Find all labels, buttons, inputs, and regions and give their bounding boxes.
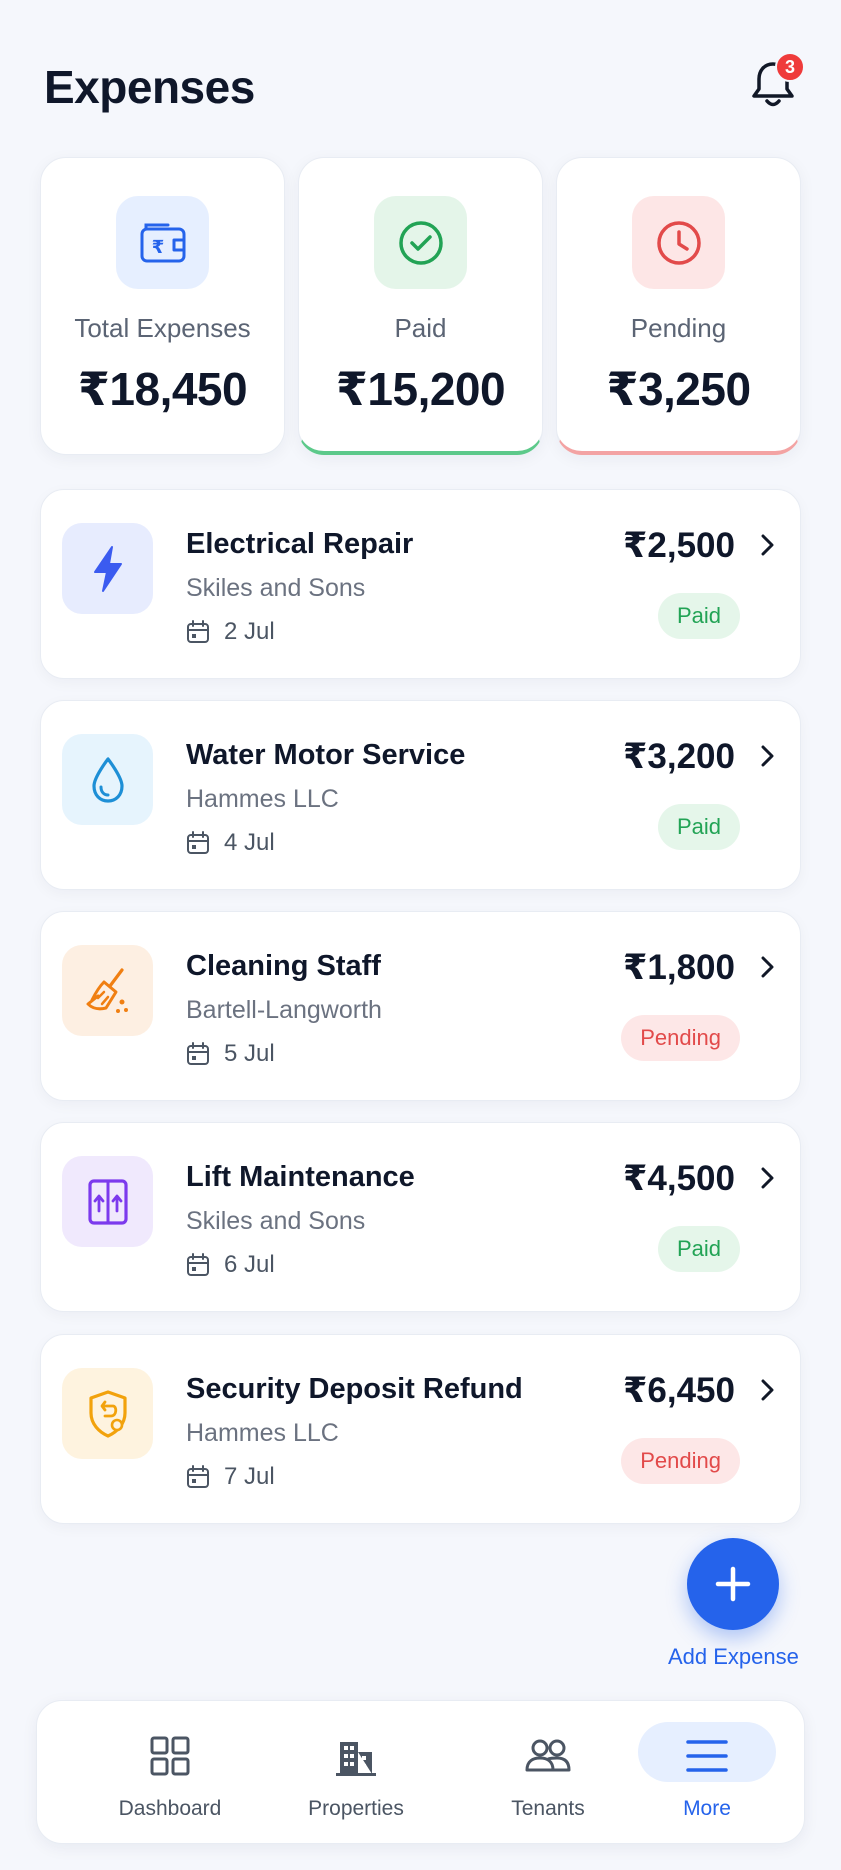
calendar-icon — [187, 1253, 209, 1276]
plus-icon — [715, 1566, 751, 1602]
expense-item[interactable]: Security Deposit Refund Hammes LLC 7 Jul… — [40, 1334, 801, 1524]
pending-value: ₹3,250 — [606, 363, 751, 415]
total-value: ₹18,450 — [77, 363, 248, 415]
paid-label: Paid — [394, 313, 447, 343]
chevron-right-icon[interactable] — [754, 1377, 780, 1403]
nav-label: Tenants — [511, 1797, 585, 1820]
expense-date-text: 4 Jul — [224, 829, 275, 856]
lightning-icon — [93, 545, 122, 592]
nav-label: Dashboard — [118, 1797, 222, 1820]
expense-vendor: Hammes LLC — [186, 1419, 339, 1447]
expense-icon-box — [62, 734, 153, 825]
expense-title: Cleaning Staff — [186, 950, 381, 982]
expense-icon-box — [62, 1156, 153, 1247]
nav-label: Properties — [308, 1797, 404, 1820]
expense-date-text: 7 Jul — [224, 1463, 275, 1490]
expense-vendor: Skiles and Sons — [186, 1207, 366, 1235]
bottom-nav: Dashboard Properties Tenants More — [36, 1700, 805, 1844]
summary-card-pending[interactable]: Pending ₹3,250 — [556, 157, 801, 455]
calendar-icon — [187, 1042, 209, 1065]
expense-amount: ₹3,200 — [623, 737, 735, 776]
nav-item-properties[interactable]: Properties — [281, 1701, 431, 1845]
add-expense-button[interactable] — [687, 1538, 779, 1630]
shield-refund-icon — [88, 1389, 127, 1438]
page-title: Expenses — [44, 61, 255, 113]
expense-item[interactable]: Electrical Repair Skiles and Sons 2 Jul … — [40, 489, 801, 679]
svg-text:₹: ₹ — [151, 237, 164, 258]
broom-icon — [86, 967, 128, 1013]
expense-icon-box — [62, 1368, 153, 1459]
expense-title: Electrical Repair — [186, 528, 414, 560]
expense-title: Security Deposit Refund — [186, 1373, 523, 1405]
expense-date-text: 5 Jul — [224, 1040, 275, 1067]
expense-item[interactable]: Water Motor Service Hammes LLC 4 Jul ₹3,… — [40, 700, 801, 890]
chevron-right-icon[interactable] — [754, 532, 780, 558]
calendar-icon — [187, 620, 209, 643]
expense-date: 2 Jul — [186, 618, 275, 646]
expense-icon-box — [62, 945, 153, 1036]
total-icon-box: ₹ — [116, 196, 209, 289]
clock-icon — [656, 220, 701, 265]
nav-item-more[interactable]: More — [632, 1701, 782, 1845]
expense-title: Water Motor Service — [186, 739, 466, 771]
status-badge: Paid — [657, 593, 740, 639]
notification-badge: 3 — [775, 52, 805, 82]
expense-title: Lift Maintenance — [186, 1161, 415, 1193]
expense-date: 5 Jul — [186, 1040, 275, 1068]
expense-amount: ₹1,800 — [623, 948, 735, 987]
chevron-right-icon[interactable] — [754, 743, 780, 769]
summary-card-paid[interactable]: Paid ₹15,200 — [298, 157, 543, 455]
wallet-rupee-icon: ₹ — [140, 223, 185, 262]
menu-icon — [682, 1731, 732, 1781]
expense-item[interactable]: Lift Maintenance Skiles and Sons 6 Jul ₹… — [40, 1122, 801, 1312]
expense-icon-box — [62, 523, 153, 614]
expense-date: 4 Jul — [186, 829, 275, 857]
nav-item-dashboard[interactable]: Dashboard — [95, 1701, 245, 1845]
calendar-icon — [187, 831, 209, 854]
expense-amount: ₹2,500 — [623, 526, 735, 565]
expense-date-text: 6 Jul — [224, 1251, 275, 1278]
chevron-right-icon[interactable] — [754, 954, 780, 980]
expense-vendor: Skiles and Sons — [186, 574, 366, 602]
nav-label: More — [683, 1797, 731, 1820]
expense-date: 6 Jul — [186, 1251, 275, 1279]
total-label: Total Expenses — [74, 313, 251, 343]
status-badge: Paid — [657, 1226, 740, 1272]
expense-item[interactable]: Cleaning Staff Bartell-Langworth 5 Jul ₹… — [40, 911, 801, 1101]
elevator-icon — [87, 1178, 128, 1225]
paid-value: ₹15,200 — [335, 363, 506, 415]
pending-label: Pending — [630, 313, 727, 343]
check-circle-icon — [398, 220, 443, 265]
grid-icon — [145, 1731, 195, 1781]
chevron-right-icon[interactable] — [754, 1165, 780, 1191]
expense-date-text: 2 Jul — [224, 618, 275, 645]
status-badge: Paid — [657, 804, 740, 850]
expense-date: 7 Jul — [186, 1463, 275, 1491]
add-expense-label[interactable]: Add Expense — [668, 1644, 799, 1670]
status-badge: Pending — [621, 1015, 740, 1061]
expense-vendor: Bartell-Langworth — [186, 996, 382, 1024]
summary-card-total[interactable]: ₹ Total Expenses ₹18,450 — [40, 157, 285, 455]
expense-amount: ₹4,500 — [623, 1159, 735, 1198]
nav-item-tenants[interactable]: Tenants — [473, 1701, 623, 1845]
pending-icon-box — [632, 196, 725, 289]
paid-icon-box — [374, 196, 467, 289]
water-drop-icon — [91, 756, 124, 803]
expense-vendor: Hammes LLC — [186, 785, 339, 813]
status-badge: Pending — [621, 1438, 740, 1484]
calendar-icon — [187, 1465, 209, 1488]
expense-amount: ₹6,450 — [623, 1371, 735, 1410]
users-icon — [523, 1731, 573, 1781]
building-icon — [331, 1731, 381, 1781]
